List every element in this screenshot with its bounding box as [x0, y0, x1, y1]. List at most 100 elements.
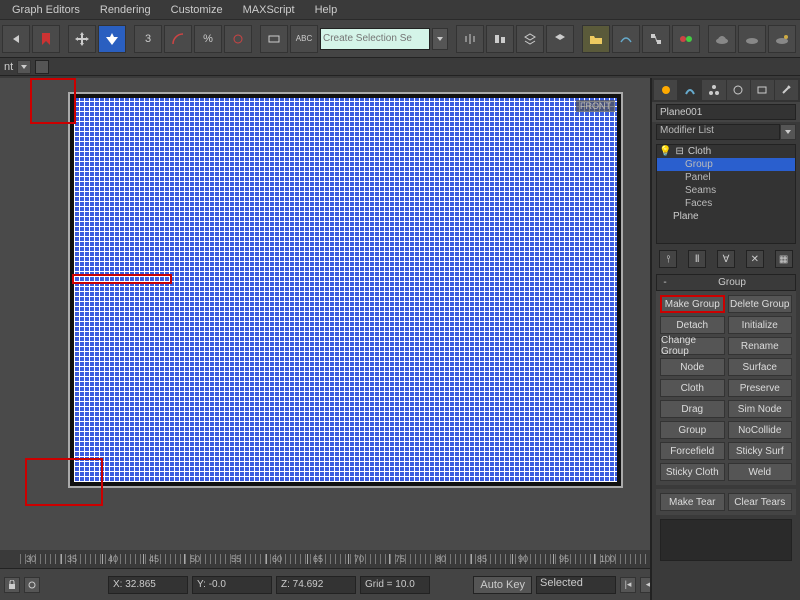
snap-3d-icon[interactable]: 3	[134, 25, 162, 53]
modifier-stack[interactable]: 💡⊟Cloth Group Panel Seams Faces Plane	[656, 144, 796, 244]
stack-plane[interactable]: Plane	[657, 210, 795, 223]
stack-panel[interactable]: Panel	[657, 171, 795, 184]
collapse-icon: -	[659, 277, 671, 288]
percent-snap-icon[interactable]: %	[194, 25, 222, 53]
undo-button[interactable]	[2, 25, 30, 53]
menu-customize[interactable]: Customize	[161, 2, 233, 18]
group-list-box[interactable]	[660, 519, 792, 561]
hierarchy-tab-icon[interactable]	[702, 80, 725, 100]
tick: 50	[190, 554, 200, 564]
tick: 45	[149, 554, 159, 564]
schematic-icon[interactable]	[642, 25, 670, 53]
spinner-snap-icon[interactable]	[224, 25, 252, 53]
utilities-tab-icon[interactable]	[775, 80, 798, 100]
group-button[interactable]: Group	[660, 421, 725, 439]
mirror-icon[interactable]	[456, 25, 484, 53]
modify-tab-icon[interactable]	[678, 80, 701, 100]
surface-button[interactable]: Surface	[728, 358, 793, 376]
stack-faces[interactable]: Faces	[657, 197, 795, 210]
highlight-box-top	[30, 78, 76, 124]
abc-icon[interactable]: ABC	[290, 25, 318, 53]
clear-tears-button[interactable]: Clear Tears	[728, 493, 793, 511]
cloth-button[interactable]: Cloth	[660, 379, 725, 397]
z-coord-field[interactable]: Z: 74.692	[276, 576, 356, 594]
initialize-button[interactable]: Initialize	[728, 316, 793, 334]
stack-cloth[interactable]: 💡⊟Cloth	[657, 145, 795, 158]
key-filter-select[interactable]: Selected	[536, 576, 616, 594]
preserve-button[interactable]: Preserve	[728, 379, 793, 397]
sticky-surf-button[interactable]: Sticky Surf	[728, 442, 793, 460]
configure-icon[interactable]: ▦	[775, 250, 793, 268]
modifier-list-dropdown[interactable]: Modifier List	[656, 124, 780, 140]
timeline-ruler[interactable]: 30 35 40 45 50 55 60 65 70 75 80 85 90 9…	[0, 550, 650, 568]
y-value: -0.0	[209, 579, 226, 590]
menu-bar: Graph Editors Rendering Customize MAXScr…	[0, 0, 800, 20]
select-tool-icon[interactable]	[98, 25, 126, 53]
command-panel: Modifier List 💡⊟Cloth Group Panel Seams …	[650, 78, 800, 600]
layers-icon[interactable]	[516, 25, 544, 53]
remove-mod-icon[interactable]: ✕	[746, 250, 764, 268]
grid-label: Grid =	[365, 579, 393, 590]
render-setup-icon[interactable]	[708, 25, 736, 53]
show-end-icon[interactable]: Ⅱ	[688, 250, 706, 268]
display-tab-icon[interactable]	[751, 80, 774, 100]
rename-button[interactable]: Rename	[728, 337, 793, 355]
tick: 80	[436, 554, 446, 564]
x-value: 32.865	[125, 579, 156, 590]
node-button[interactable]: Node	[660, 358, 725, 376]
subbar-dropdown[interactable]	[17, 60, 31, 74]
pin-stack-icon[interactable]: ⫯	[659, 250, 677, 268]
menu-help[interactable]: Help	[305, 2, 348, 18]
menu-rendering[interactable]: Rendering	[90, 2, 161, 18]
forcefield-button[interactable]: Forcefield	[660, 442, 725, 460]
subbar-box[interactable]	[35, 60, 49, 74]
bookmark-icon[interactable]	[32, 25, 60, 53]
change-group-button[interactable]: Change Group	[660, 337, 725, 355]
motion-tab-icon[interactable]	[727, 80, 750, 100]
render-frame-icon[interactable]	[738, 25, 766, 53]
tick: 75	[395, 554, 405, 564]
curve-editor-icon[interactable]	[612, 25, 640, 53]
sticky-cloth-button[interactable]: Sticky Cloth	[660, 463, 725, 481]
make-unique-icon[interactable]: ∀	[717, 250, 735, 268]
open-folder-icon[interactable]	[582, 25, 610, 53]
x-label: X:	[113, 579, 122, 590]
move-tool-icon[interactable]	[68, 25, 96, 53]
detach-button[interactable]: Detach	[660, 316, 725, 334]
delete-group-button[interactable]: Delete Group	[728, 295, 793, 313]
tick: 60	[272, 554, 282, 564]
menu-maxscript[interactable]: MAXScript	[233, 2, 305, 18]
auto-key-button[interactable]: Auto Key	[473, 576, 532, 594]
lock-icon[interactable]	[4, 577, 20, 593]
rollout-header[interactable]: - Group	[656, 274, 796, 291]
create-tab-icon[interactable]	[654, 80, 677, 100]
stack-seams[interactable]: Seams	[657, 184, 795, 197]
viewport[interactable]: FRONT	[68, 92, 623, 488]
make-group-button[interactable]: Make Group	[660, 295, 725, 313]
y-coord-field[interactable]: Y: -0.0	[192, 576, 272, 594]
edit-named-sel-icon[interactable]	[260, 25, 288, 53]
modifier-list-arrow[interactable]	[780, 124, 796, 140]
layer-manage-icon[interactable]	[546, 25, 574, 53]
viewport-label: FRONT	[576, 100, 615, 112]
align-icon[interactable]	[486, 25, 514, 53]
selection-set-input[interactable]	[320, 28, 430, 50]
drag-button[interactable]: Drag	[660, 400, 725, 418]
coord-icon[interactable]	[24, 577, 40, 593]
object-name-input[interactable]	[656, 104, 796, 120]
tick: 35	[67, 554, 77, 564]
sim-node-button[interactable]: Sim Node	[728, 400, 793, 418]
material-editor-icon[interactable]	[672, 25, 700, 53]
goto-start-icon[interactable]: |◂	[620, 577, 636, 593]
x-coord-field[interactable]: X: 32.865	[108, 576, 188, 594]
render-icon[interactable]	[768, 25, 796, 53]
bulb-icon: 💡	[659, 146, 671, 157]
y-label: Y:	[197, 579, 206, 590]
make-tear-button[interactable]: Make Tear	[660, 493, 725, 511]
weld-button[interactable]: Weld	[728, 463, 793, 481]
stack-group[interactable]: Group	[657, 158, 795, 171]
no-collide-button[interactable]: NoCollide	[728, 421, 793, 439]
angle-snap-icon[interactable]	[164, 25, 192, 53]
menu-graph-editors[interactable]: Graph Editors	[2, 2, 90, 18]
selection-set-dropdown[interactable]	[432, 28, 448, 50]
